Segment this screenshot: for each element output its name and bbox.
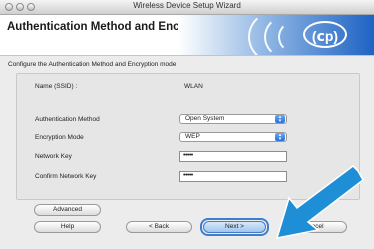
pointing-arrow-icon (275, 165, 364, 239)
wizard-window: Wireless Device Setup Wizard Authenticat… (0, 0, 374, 249)
